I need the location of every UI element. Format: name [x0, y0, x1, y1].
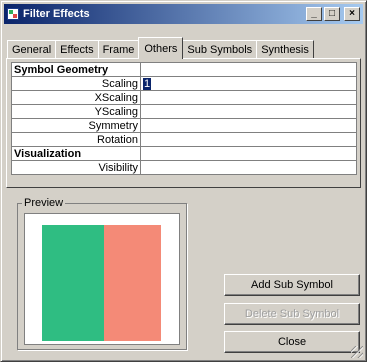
property-value-yscaling[interactable]: [140, 104, 357, 119]
app-icon: [7, 8, 19, 20]
preview-group: Preview: [17, 197, 187, 350]
section-header-visualization: Visualization: [11, 146, 141, 161]
property-row-xscaling[interactable]: XScaling: [11, 90, 357, 105]
property-value-scaling[interactable]: 1: [140, 76, 357, 91]
property-value-rotation[interactable]: [140, 132, 357, 147]
preview-swatch-green: [42, 225, 104, 341]
others-tab-panel: Symbol Geometry Scaling 1 XScaling YScal…: [6, 58, 361, 188]
tab-effects[interactable]: Effects: [55, 40, 99, 59]
property-label-rotation: Rotation: [11, 132, 141, 147]
property-row-yscaling[interactable]: YScaling: [11, 104, 357, 119]
property-row-symmetry[interactable]: Symmetry: [11, 118, 357, 133]
section-row-visualization: Visualization: [11, 146, 357, 161]
add-sub-symbol-button[interactable]: Add Sub Symbol: [224, 274, 360, 296]
property-row-rotation[interactable]: Rotation: [11, 132, 357, 147]
tab-general[interactable]: General: [7, 40, 57, 59]
tab-strip: General Effects Frame Others Sub Symbols…: [7, 37, 314, 59]
preview-canvas: [24, 213, 180, 345]
property-value-xscaling[interactable]: [140, 90, 357, 105]
property-label-symmetry: Symmetry: [11, 118, 141, 133]
filter-effects-window: Filter Effects _ □ × General Effects Fra…: [0, 0, 367, 362]
delete-sub-symbol-button[interactable]: Delete Sub Symbol: [224, 303, 360, 325]
preview-swatch-salmon: [104, 225, 161, 341]
maximize-button[interactable]: □: [324, 7, 340, 21]
minimize-button[interactable]: _: [306, 7, 322, 21]
property-label-yscaling: YScaling: [11, 104, 141, 119]
tab-others[interactable]: Others: [138, 37, 184, 59]
property-label-scaling: Scaling: [11, 76, 141, 91]
close-window-button[interactable]: ×: [344, 7, 360, 21]
close-button[interactable]: Close: [224, 331, 360, 353]
property-row-visibility[interactable]: Visibility: [11, 160, 357, 175]
section-row-symbol-geometry: Symbol Geometry: [11, 62, 357, 77]
property-value-symmetry[interactable]: [140, 118, 357, 133]
tab-synthesis[interactable]: Synthesis: [256, 40, 314, 59]
property-grid: Symbol Geometry Scaling 1 XScaling YScal…: [11, 62, 357, 175]
property-value-visibility[interactable]: [140, 160, 357, 175]
property-label-xscaling: XScaling: [11, 90, 141, 105]
tab-sub-symbols[interactable]: Sub Symbols: [182, 40, 258, 59]
title-bar[interactable]: Filter Effects _ □ ×: [4, 4, 363, 24]
section-header-symbol-geometry: Symbol Geometry: [11, 62, 141, 77]
preview-label: Preview: [22, 197, 66, 209]
scaling-value-text[interactable]: 1: [143, 77, 152, 90]
resize-grip[interactable]: [351, 346, 363, 358]
tab-frame[interactable]: Frame: [97, 40, 140, 59]
property-label-visibility: Visibility: [11, 160, 141, 175]
window-title: Filter Effects: [23, 8, 90, 20]
property-row-scaling[interactable]: Scaling 1: [11, 76, 357, 91]
